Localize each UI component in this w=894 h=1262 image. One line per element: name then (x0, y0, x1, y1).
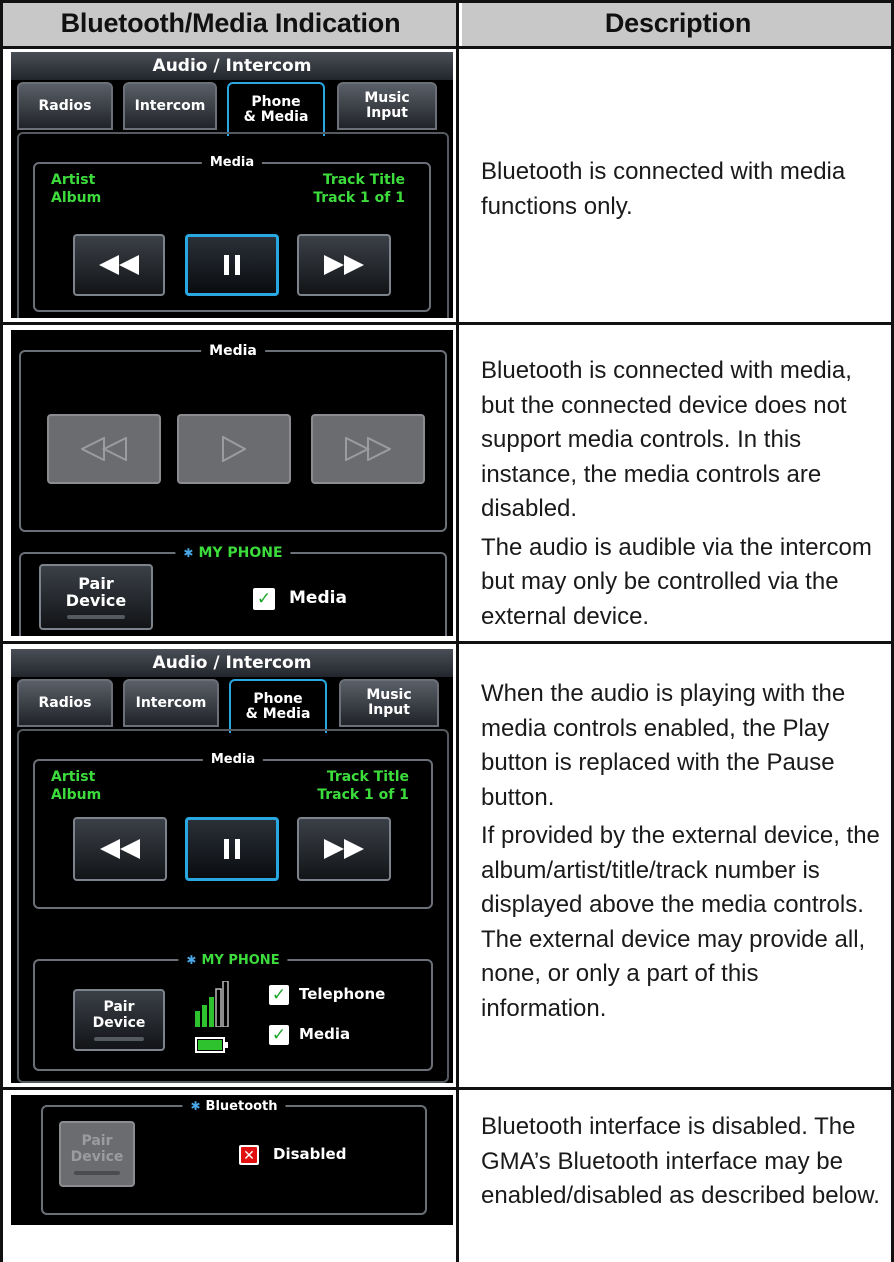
tab-intercom[interactable]: Intercom (123, 679, 219, 727)
table-border-left (0, 0, 3, 1262)
header-indication: Bluetooth/Media Indication (2, 0, 459, 46)
screenshot-media-playing: Audio / Intercom Radios Intercom Phone &… (11, 649, 453, 1083)
pair-device-label: Pair Device (92, 999, 146, 1031)
media-checkbox-label: Media (289, 588, 347, 608)
fast-forward-button[interactable] (297, 817, 391, 881)
window-title: Audio / Intercom (11, 649, 453, 677)
tab-music-input[interactable]: Music Input (339, 679, 439, 727)
tab-radios[interactable]: Radios (17, 679, 113, 727)
pause-icon (224, 255, 240, 275)
rewind-button[interactable] (73, 817, 167, 881)
row-rule-2 (0, 641, 894, 644)
pause-button[interactable] (185, 234, 279, 296)
pair-device-button[interactable]: Pair Device (39, 564, 153, 630)
telephone-checkbox[interactable]: ✓ (269, 985, 289, 1005)
pair-device-label: Pair Device (70, 1133, 124, 1165)
screenshot-bluetooth-disabled: ✱ Bluetooth Pair Device ✕ Disabled (11, 1095, 453, 1225)
indication-table: Bluetooth/Media Indication Description A… (0, 0, 894, 1262)
row-rule-1 (0, 322, 894, 325)
window-title: Audio / Intercom (11, 52, 453, 80)
media-legend: Media (201, 154, 263, 172)
table-border-top (0, 0, 894, 3)
rewind-icon (99, 255, 139, 275)
pair-device-button[interactable]: Pair Device (73, 989, 165, 1051)
fast-forward-button-disabled[interactable] (311, 414, 425, 484)
my-phone-label: MY PHONE (201, 953, 280, 968)
description-row-3: When the audio is playing with the media… (481, 680, 880, 1022)
fast-forward-icon (324, 839, 364, 859)
media-legend: Media (201, 342, 265, 360)
rewind-icon (81, 437, 127, 461)
rewind-button[interactable] (73, 234, 165, 296)
track-number-label: Track 1 of 1 (317, 787, 409, 803)
tab-intercom[interactable]: Intercom (123, 82, 217, 130)
my-phone-legend: ✱ MY PHONE (178, 951, 288, 970)
media-checkbox-label: Media (299, 1025, 351, 1043)
row-rule-3 (0, 1087, 894, 1090)
pause-icon (224, 839, 240, 859)
tab-music-input[interactable]: Music Input (337, 82, 437, 130)
description-row-4: Bluetooth interface is disabled. The GMA… (481, 1113, 880, 1209)
header-rule (0, 46, 894, 49)
signal-strength-icon (195, 981, 229, 1027)
disabled-checkbox-label: Disabled (273, 1145, 347, 1163)
pair-device-button-disabled[interactable]: Pair Device (59, 1121, 135, 1187)
screenshot-media-no-controls: Media ✱ MY PHONE Pair Device ✓ Media (11, 330, 453, 636)
bluetooth-label: Bluetooth (205, 1099, 278, 1114)
bluetooth-icon: ✱ (186, 953, 197, 967)
bluetooth-icon: ✱ (183, 546, 194, 560)
track-number-label: Track 1 of 1 (313, 190, 405, 206)
rewind-icon (100, 839, 140, 859)
album-label: Album (51, 190, 102, 206)
table-divider (456, 0, 459, 1262)
track-title-label: Track Title (322, 172, 405, 188)
my-phone-label: MY PHONE (198, 545, 283, 561)
artist-label: Artist (51, 172, 96, 188)
tab-phone-media[interactable]: Phone & Media (227, 82, 325, 136)
pair-device-indicator (94, 1037, 144, 1041)
description-row-2: Bluetooth is connected with media, but t… (481, 357, 872, 630)
rewind-button-disabled[interactable] (47, 414, 161, 484)
pair-device-label: Pair Device (65, 574, 127, 610)
header-description: Description (462, 0, 894, 46)
fast-forward-icon (345, 437, 391, 461)
disabled-checkbox[interactable]: ✕ (239, 1145, 259, 1165)
pair-device-indicator (67, 615, 125, 619)
album-label: Album (51, 787, 102, 803)
my-phone-legend: ✱ MY PHONE (175, 544, 291, 562)
pair-device-indicator (74, 1171, 120, 1175)
fast-forward-button[interactable] (297, 234, 391, 296)
telephone-checkbox-label: Telephone (299, 985, 386, 1003)
fast-forward-icon (324, 255, 364, 275)
media-checkbox[interactable]: ✓ (253, 588, 275, 610)
screenshot-media-only: Audio / Intercom Radios Intercom Phone &… (11, 52, 453, 318)
play-button-disabled[interactable] (177, 414, 291, 484)
media-legend: Media (202, 751, 264, 769)
battery-icon (195, 1037, 229, 1053)
media-checkbox[interactable]: ✓ (269, 1025, 289, 1045)
pause-button[interactable] (185, 817, 279, 881)
play-icon (222, 436, 246, 462)
track-title-label: Track Title (326, 769, 409, 785)
artist-label: Artist (51, 769, 96, 785)
tab-phone-media[interactable]: Phone & Media (229, 679, 327, 733)
bluetooth-legend: ✱ Bluetooth (182, 1097, 286, 1116)
tab-radios[interactable]: Radios (17, 82, 113, 130)
description-row-1: Bluetooth is connected with media functi… (481, 158, 846, 220)
bluetooth-icon: ✱ (190, 1099, 201, 1113)
